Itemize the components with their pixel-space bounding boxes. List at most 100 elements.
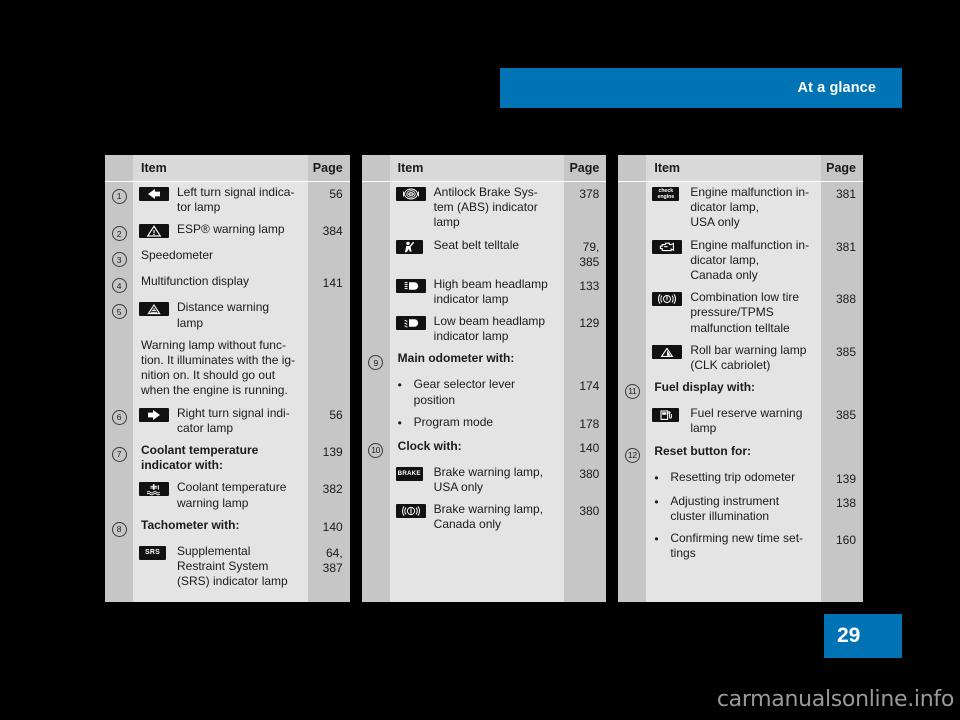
row-item-text: Reset button for:: [654, 443, 751, 458]
row-item-cell: Tachometer with:: [133, 518, 308, 533]
table-row: Combination low tire pressure/TPMS malfu…: [618, 290, 863, 336]
bullet-marker: •: [654, 494, 659, 509]
row-page-number: 382: [322, 482, 343, 497]
row-page-number: 133: [579, 278, 600, 293]
manual-page: At a glance Item Page 1 Left turn signal in…: [0, 0, 960, 720]
row-number-cell: [618, 343, 646, 347]
bullet-marker: •: [397, 378, 402, 393]
row-icon-slot: [652, 290, 690, 307]
row-item-cell: Warning lamp without func- tion. It illu…: [133, 338, 308, 399]
coolant-temperature-icon: [139, 482, 169, 497]
row-page-number: 138: [835, 495, 857, 510]
row-page-number: 381: [835, 187, 857, 201]
row-item-text: Roll bar warning lamp (CLK cabriolet): [690, 342, 807, 373]
row-page-number: 174: [579, 379, 600, 394]
table-row: 12 Reset button for:: [618, 444, 863, 463]
srs-icon: SRS: [139, 545, 166, 560]
row-spacer: [105, 215, 350, 222]
row-item-text: Brake warning lamp, USA only: [433, 464, 544, 495]
row-spacer: [618, 487, 863, 494]
row-spacer: [362, 408, 607, 415]
row-page-number: [821, 380, 863, 382]
row-icon-slot: [139, 406, 177, 422]
row-spacer: [362, 370, 607, 377]
row-item-text: Clock with:: [397, 438, 462, 453]
row-item-text: Distance warning lamp: [177, 300, 270, 330]
table-body: 1 Left turn signal indica- tor lamp 56 2 ESP…: [105, 182, 350, 602]
table-row: • Resetting trip odometer 139: [618, 470, 863, 487]
row-icon-slot: [139, 300, 177, 317]
row-item-cell: Left turn signal indica- tor lamp: [133, 185, 308, 215]
page-header-title: At a glance: [797, 80, 876, 96]
row-item-text: High beam headlamp indicator lamp: [433, 276, 548, 306]
low-beam-icon: [395, 316, 426, 331]
row-spacer: [618, 463, 863, 470]
header-item-cell: Item: [133, 155, 308, 181]
abs-icon: [395, 187, 426, 201]
callout-number-12: 12: [624, 447, 640, 463]
row-spacer: [618, 437, 863, 444]
row-item-cell: Coolant temperature warning lamp: [133, 480, 308, 510]
row-spacer: [105, 293, 350, 300]
row-page-number: [308, 300, 350, 302]
table-row: 3 Speedometer: [105, 248, 350, 268]
row-item-text: Engine malfunction in- dicator lamp, USA…: [690, 185, 810, 230]
row-page-number: 388: [835, 292, 857, 307]
row-icon-slot: SRS: [139, 544, 177, 560]
callout-number-11: 11: [624, 384, 640, 400]
row-item-cell: Distance warning lamp: [133, 300, 308, 330]
row-icon-slot: [652, 238, 690, 254]
row-page-number: 56: [329, 407, 343, 422]
table-row: SRS Supplemental Restraint System (SRS) i…: [105, 544, 350, 590]
row-spacer: [105, 589, 350, 596]
row-item-cell: • Adjusting instrument cluster illuminati…: [646, 494, 821, 524]
row-spacer: [362, 270, 607, 277]
row-page-number: 380: [579, 466, 600, 481]
row-number-cell: 10: [362, 439, 390, 458]
esp-warning-triangle-icon: [139, 224, 169, 239]
row-icon-slot: [395, 185, 434, 201]
row-item-text: Brake warning lamp, Canada only: [433, 502, 544, 532]
row-item-text: Tachometer with:: [141, 517, 240, 532]
table-row: Roll bar warning lamp (CLK cabriolet) 385: [618, 343, 863, 373]
row-number-cell: [618, 238, 646, 242]
callout-number-1: 1: [111, 189, 127, 204]
table-body: Antilock Brake Sys- tem (ABS) indicator …: [361, 182, 607, 602]
column-header-item: Item: [141, 161, 167, 175]
row-number-cell: [362, 415, 390, 419]
seat-belt-icon: [395, 239, 423, 254]
row-item-cell: Clock with:: [390, 439, 565, 454]
row-item-text: Gear selector lever position: [413, 377, 516, 407]
table-row: 4 Multifunction display 141: [105, 274, 350, 294]
page-number-block: 29: [824, 614, 902, 658]
row-page-number: 79, 385: [579, 239, 600, 269]
row-number-cell: 9: [362, 351, 390, 371]
row-icon-slot: [139, 480, 177, 497]
row-number-cell: 6: [105, 406, 133, 425]
row-spacer: [618, 336, 863, 343]
table-rows: 1 Left turn signal indica- tor lamp 56 2 ESP…: [105, 182, 350, 602]
table-row: 2 ESP® warning lamp 384: [105, 222, 350, 242]
row-item-text: Low beam headlamp indicator lamp: [433, 314, 546, 344]
row-item-text: Coolant temperature warning lamp: [177, 480, 287, 510]
right-turn-signal-icon: [139, 407, 169, 422]
table-row: Engine malfunction in- dicator lamp, Can…: [618, 238, 863, 284]
row-item-text: Speedometer: [141, 248, 214, 263]
table-row: 10 Clock with: 140: [362, 439, 607, 458]
row-number-cell: [618, 406, 646, 410]
header-number-band: [618, 155, 647, 181]
row-icon-slot: BRAKE: [395, 465, 434, 481]
row-page-number: 160: [835, 533, 857, 548]
table-row: 7 Coolant temperature indicator with: 139: [105, 443, 350, 473]
fuel-reserve-icon: [652, 408, 680, 423]
row-spacer: [105, 331, 350, 338]
row-page-number: 140: [322, 519, 343, 534]
row-number-cell: 11: [618, 380, 646, 400]
row-page-number: 140: [579, 440, 600, 455]
high-beam-icon: [395, 278, 426, 293]
table-body: check engine Engine malfunction in- dicato…: [618, 182, 864, 602]
row-item-cell: • Program mode: [390, 415, 565, 431]
row-spacer: [105, 473, 350, 480]
table-row: 5 Distance warning lamp: [105, 300, 350, 330]
row-item-text: Resetting trip odometer: [670, 469, 796, 484]
